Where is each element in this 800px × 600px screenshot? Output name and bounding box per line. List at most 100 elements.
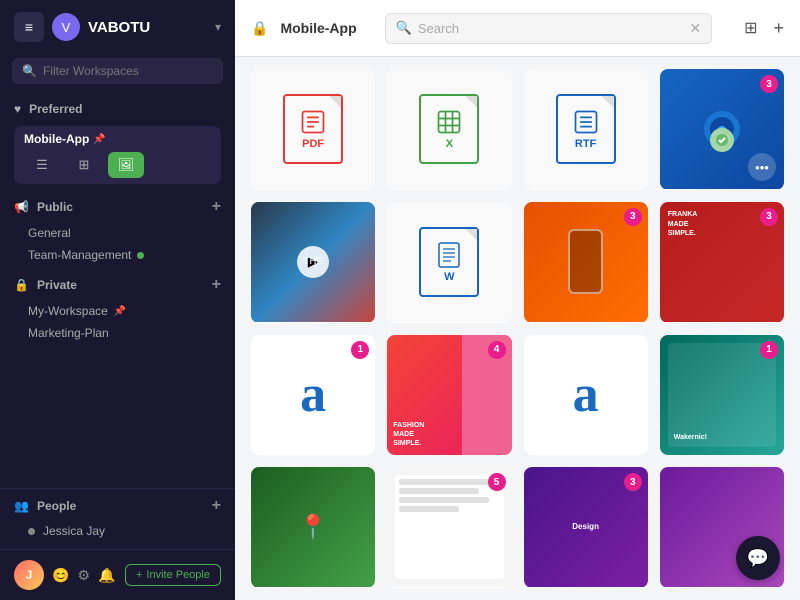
file-thumb-xls: X [387,69,511,189]
file-card-map[interactable]: 📍 [251,467,375,588]
badge-fashion: 4 [488,341,506,359]
file-name-doc: Q&A Session - Creative27... [387,322,511,323]
file-thumb-video: THE ▶ [251,202,375,322]
workspace-name: Mobile-App 📌 [24,132,211,146]
file-name-lingo: LingoAsset.tiff [660,189,784,190]
badge-prw1: 3 [760,208,778,226]
filter-workspaces-search: 🔍 [12,58,223,84]
sidebar-item-my-workspace[interactable]: My-Workspace 📌 [0,300,235,322]
person-status-dot [28,528,35,535]
search-input[interactable] [418,21,684,36]
file-name-rtf: Creative27BusinessPlan... [524,189,648,190]
file-name-notes [387,587,511,588]
file-name-a1: a.jpg [251,455,375,456]
file-name-fashion: fashion_made_simple.jpg [387,455,511,456]
search-icon: 🔍 [22,64,37,78]
view-tab-image[interactable]: 🖼 [108,152,144,178]
file-name-a2: a.jpg [524,455,648,456]
chevron-icon[interactable]: ▾ [215,20,221,34]
megaphone-icon: 📢 [14,200,29,214]
file-name-artboard: artboard_copy_4.jpg [660,455,784,456]
workspace-view-tabs: ☰ ⊞ 🖼 [24,152,211,178]
badge-purple: 3 [624,473,642,491]
view-tab-list[interactable]: ☰ [24,152,60,178]
file-card-doc[interactable]: W Q&A Session - Creative27... [387,202,511,323]
file-card-lingo[interactable]: 3 ••• [660,69,784,190]
topbar-search-box: 🔍 ✕ [385,13,712,44]
file-card-png-2x[interactable]: 3 ___2x.png [524,202,648,323]
file-thumb-rtf: RTF [524,69,648,189]
preferred-section: ♥ Preferred [0,92,235,122]
file-card-pdf[interactable]: PDF Cryptocurrency_Project_... [251,69,375,190]
file-name-purple [524,587,648,588]
topbar-lock-icon: 🔒 [251,20,268,37]
settings-icon[interactable]: ⚙ [77,567,90,584]
sidebar-item-marketing-plan[interactable]: Marketing-Plan [0,322,235,344]
grid-view-button[interactable]: ⊞ [740,14,761,42]
people-header[interactable]: 👥 People + [14,497,221,515]
add-item-button[interactable]: + [773,18,784,39]
file-card-video[interactable]: THE ▶ Vabotu 30sec Intro.mp4 [251,202,375,323]
sidebar-footer: J 😊 ⚙ 🔔 + Invite People [0,549,235,600]
file-card-a1[interactable]: 1 a a.jpg [251,335,375,456]
people-section: 👥 People + Jessica Jay [0,488,235,549]
main-content: 🔒 Mobile-App 🔍 ✕ ⊞ + PDF Cryptocurrency_… [235,0,800,600]
preferred-header[interactable]: ♥ Preferred [14,98,221,120]
file-card-artboard[interactable]: 1 Wakernic! artboard_copy_4.jpg [660,335,784,456]
private-section: 🔒 Private + [0,266,235,300]
pin-icon: 📌 [93,134,105,145]
file-name-pdf: Cryptocurrency_Project_... [251,189,375,190]
file-name-xls: List_Delivery__Vabotu.xlsx [387,189,511,190]
sidebar-title: VABOTU [88,19,207,36]
view-tab-grid[interactable]: ⊞ [66,152,102,178]
heart-icon: ♥ [14,102,21,116]
file-name-video: Vabotu 30sec Intro.mp4 [251,322,375,323]
file-name-map [251,587,375,588]
private-header[interactable]: 🔒 Private + [14,272,221,298]
file-card-purple[interactable]: 3 Design [524,467,648,588]
sidebar-app-icon: V [52,13,80,41]
workspace-item-mobile-app[interactable]: Mobile-App 📌 ☰ ⊞ 🖼 [14,126,221,184]
people-icon: 👥 [14,499,29,513]
public-header[interactable]: 📢 Public + [14,194,221,220]
avatar[interactable]: J [14,560,44,590]
clear-search-button[interactable]: ✕ [689,20,701,37]
badge-artboard: 1 [760,341,778,359]
add-private-button[interactable]: + [212,276,221,294]
smiley-icon[interactable]: 😊 [52,567,69,584]
badge-png: 3 [624,208,642,226]
sidebar-header: ≡ V VABOTU ▾ [0,0,235,54]
file-thumb-a2: a [524,335,648,455]
topbar-search-icon: 🔍 [396,20,412,36]
file-card-notes[interactable]: 5 [387,467,511,588]
file-thumb-doc: W [387,202,511,322]
add-public-button[interactable]: + [212,198,221,216]
person-jessica-jay[interactable]: Jessica Jay [14,521,221,541]
filter-workspaces-input[interactable] [43,64,213,78]
file-card-xls[interactable]: X List_Delivery__Vabotu.xlsx [387,69,511,190]
file-name-prw1: prw1.jpg [660,322,784,323]
file-name-purple2 [660,587,784,588]
file-grid: PDF Cryptocurrency_Project_... X List_De… [235,57,800,600]
chat-fab-button[interactable]: 💬 [736,536,780,580]
file-card-prw1[interactable]: 3 FRANKA MADE SIMPLE. prw1.jpg [660,202,784,323]
public-section: 📢 Public + [0,188,235,222]
invite-people-button[interactable]: + Invite People [125,564,221,586]
sidebar-item-general[interactable]: General [0,222,235,244]
file-card-rtf[interactable]: RTF Creative27BusinessPlan... [524,69,648,190]
team-management-badge [137,252,144,259]
file-name-png: ___2x.png [524,322,648,323]
lock-sidebar-icon: 🔒 [14,278,29,292]
add-people-button[interactable]: + [212,497,221,515]
file-thumb-map: 📍 [251,467,375,587]
view-toggle: ⊞ [740,14,761,42]
sidebar-item-team-management[interactable]: Team-Management [0,244,235,266]
lingo-more-button[interactable]: ••• [748,153,776,181]
topbar: 🔒 Mobile-App 🔍 ✕ ⊞ + [235,0,800,57]
bell-icon[interactable]: 🔔 [98,567,115,584]
file-card-a2[interactable]: a a.jpg [524,335,648,456]
topbar-title: Mobile-App [280,20,356,36]
badge-notes: 5 [488,473,506,491]
footer-icons: 😊 ⚙ 🔔 [52,567,115,584]
file-card-fashion[interactable]: 4 FASHIONMADESIMPLE. fashion_made_simple… [387,335,511,456]
